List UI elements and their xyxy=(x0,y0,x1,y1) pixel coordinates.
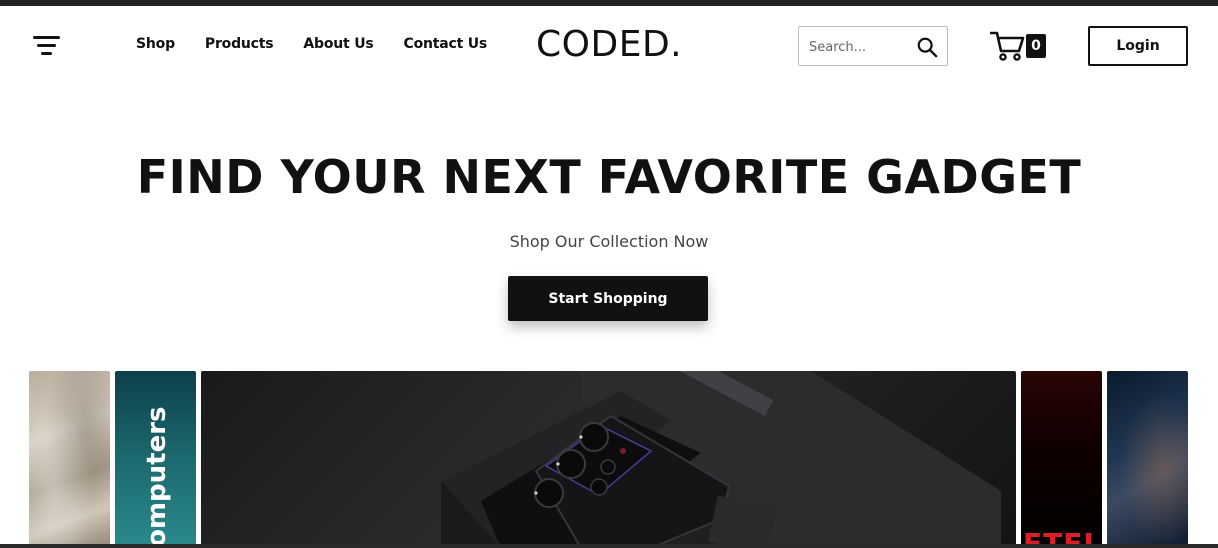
header-nav: Shop Products About Us Contact Us CODED.… xyxy=(0,6,1218,86)
gallery-panel-1[interactable] xyxy=(29,371,110,548)
login-button[interactable]: Login xyxy=(1088,26,1188,66)
search-input[interactable] xyxy=(809,36,909,58)
gallery-panel-phone[interactable] xyxy=(201,371,1016,548)
search-icon[interactable] xyxy=(916,36,938,58)
main-nav-links: Shop Products About Us Contact Us xyxy=(136,36,517,52)
category-gallery: Computers ETFLI xyxy=(29,371,1188,548)
cart-icon[interactable] xyxy=(990,30,1026,62)
nav-link-products[interactable]: Products xyxy=(205,36,274,52)
nav-link-shop[interactable]: Shop xyxy=(136,36,175,52)
hamburger-menu-icon[interactable] xyxy=(33,34,61,58)
menu-line xyxy=(37,44,56,47)
search-box xyxy=(798,26,948,66)
nav-link-about[interactable]: About Us xyxy=(303,36,373,52)
gallery-panel-netflix[interactable]: ETFLI xyxy=(1021,371,1102,548)
panel-label-computers: Computers xyxy=(142,406,172,548)
cart-count-badge: 0 xyxy=(1026,34,1046,58)
bottom-edge-bar xyxy=(0,544,1218,548)
brand-logo[interactable]: CODED. xyxy=(536,24,682,65)
start-shopping-button[interactable]: Start Shopping xyxy=(508,276,708,321)
gallery-panel-5[interactable] xyxy=(1107,371,1188,548)
menu-line xyxy=(41,52,52,55)
menu-line xyxy=(33,36,60,39)
gallery-panel-computers[interactable]: Computers xyxy=(115,371,196,548)
nav-link-contact[interactable]: Contact Us xyxy=(404,36,488,52)
phone-product-image xyxy=(441,371,1001,548)
hero-title: FIND YOUR NEXT FAVORITE GADGET xyxy=(136,150,1082,204)
hero-subtitle: Shop Our Collection Now xyxy=(509,232,709,251)
